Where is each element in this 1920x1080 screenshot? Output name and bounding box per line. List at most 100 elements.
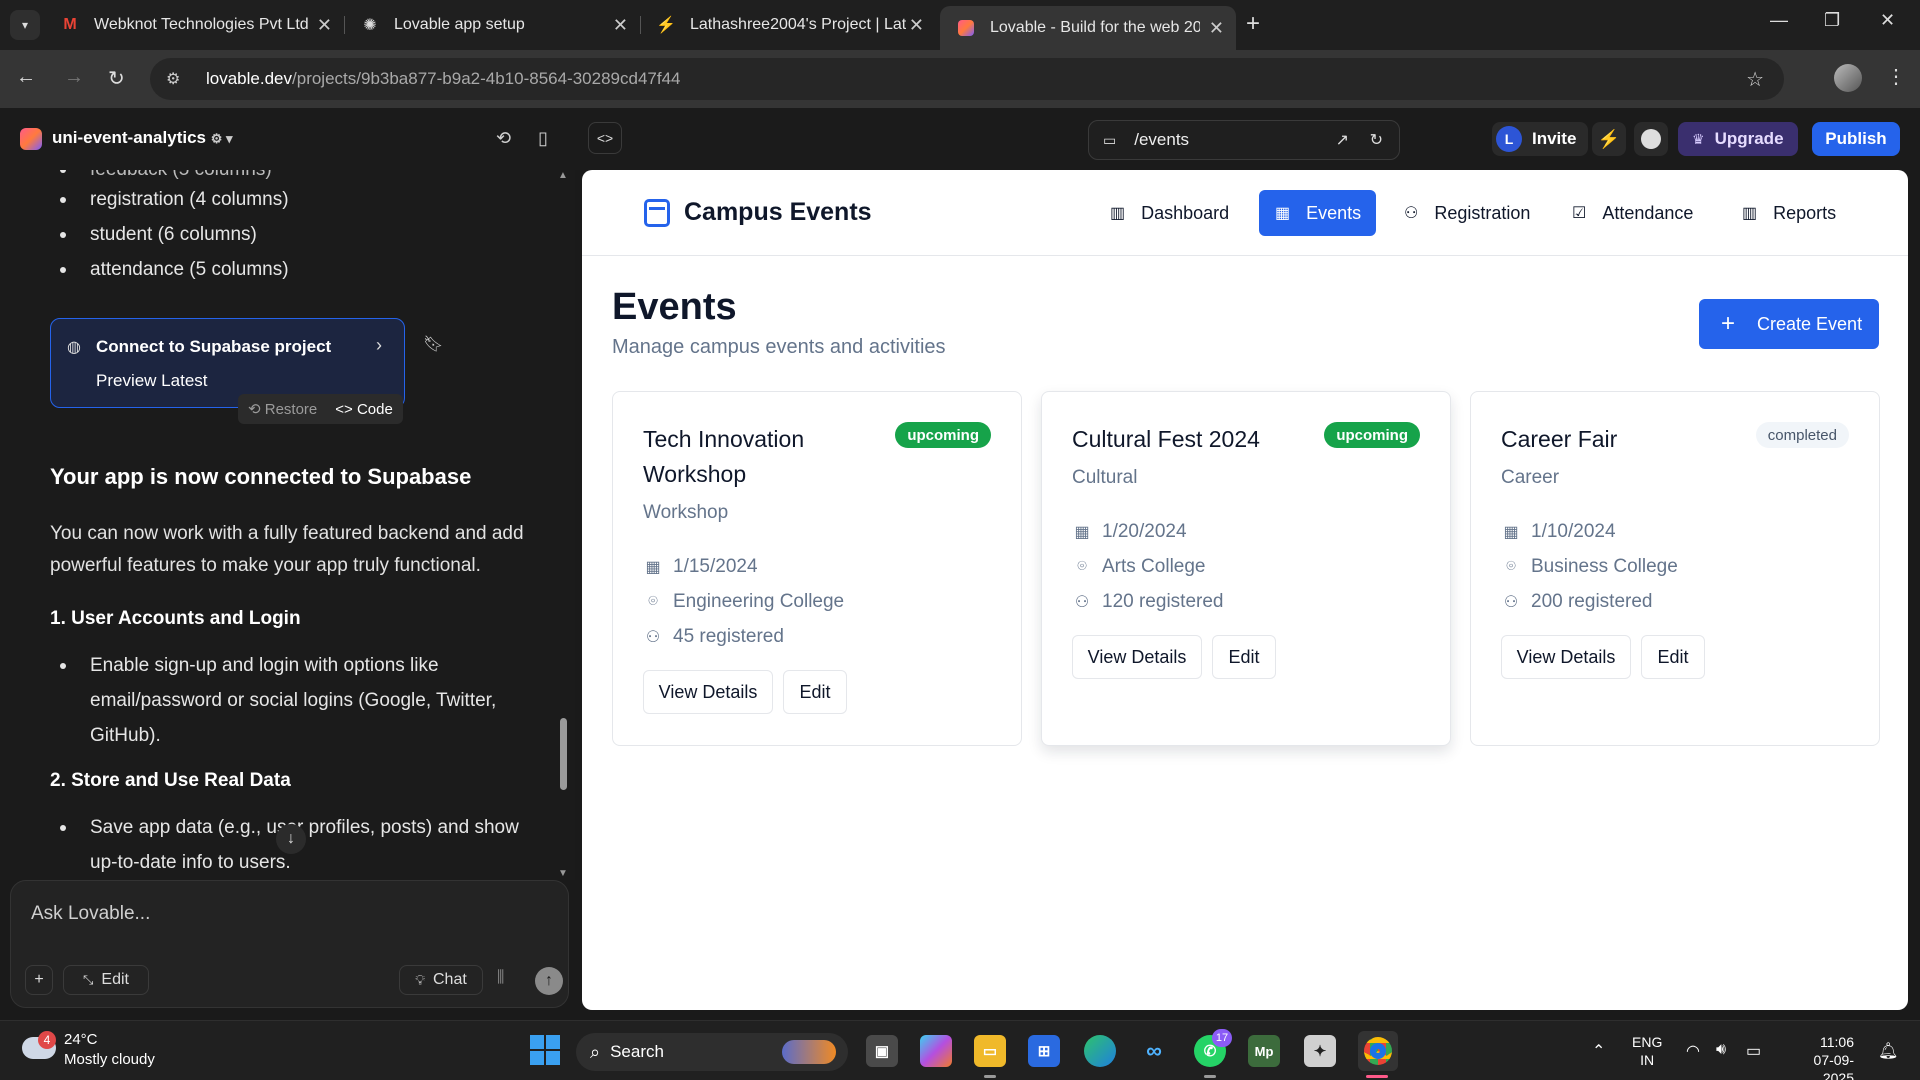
scroll-down-icon[interactable]: ▼ bbox=[558, 868, 568, 879]
calendar-icon bbox=[644, 198, 670, 227]
store-icon[interactable]: ⊞ bbox=[1028, 1035, 1060, 1067]
site-info-icon[interactable]: ⚙ bbox=[166, 69, 188, 89]
reload-icon[interactable]: ↻ bbox=[108, 66, 125, 91]
brand[interactable]: Campus Events bbox=[644, 198, 872, 227]
close-tab-icon[interactable]: ✕ bbox=[909, 15, 924, 36]
clock[interactable]: 11:06 07-09-2025 bbox=[1786, 1033, 1854, 1080]
invite-button[interactable]: L Invite bbox=[1492, 122, 1589, 156]
address-bar[interactable]: ⚙ lovable.dev/projects/9b3ba877-b9a2-4b1… bbox=[150, 58, 1784, 100]
supabase-icon[interactable]: ⚡ bbox=[1592, 122, 1626, 156]
taskbar-search[interactable]: ⌕ Search bbox=[576, 1033, 848, 1071]
send-button[interactable]: ↑ bbox=[535, 967, 563, 995]
start-button[interactable] bbox=[530, 1035, 560, 1065]
browser-menu-icon[interactable]: ⋮ bbox=[1886, 64, 1906, 89]
refresh-preview-icon[interactable]: ↻ bbox=[1370, 130, 1383, 150]
event-category: Workshop bbox=[643, 502, 729, 523]
edit-button[interactable]: Edit bbox=[783, 670, 847, 714]
scroll-up-icon[interactable]: ▲ bbox=[558, 170, 568, 181]
scroll-to-bottom-button[interactable]: ↓ bbox=[276, 824, 306, 854]
close-window-icon[interactable]: ✕ bbox=[1880, 10, 1895, 31]
notification-badge: 17 bbox=[1212, 1029, 1232, 1047]
upgrade-button[interactable]: ♛ Upgrade bbox=[1678, 122, 1798, 156]
map-pin-icon: ⌾ bbox=[1077, 558, 1087, 575]
tab-gmail[interactable]: M Webknot Technologies Pvt Ltd Ma ✕ bbox=[44, 8, 344, 42]
crown-icon: ♛ bbox=[1692, 130, 1705, 147]
code-view-icon[interactable]: <> bbox=[588, 122, 622, 154]
search-icon: ⌕ bbox=[590, 1041, 601, 1062]
edit-mode-button[interactable]: ⤡ Edit bbox=[63, 965, 149, 995]
list-item: registration (4 columns) bbox=[60, 182, 289, 217]
publish-button[interactable]: Publish bbox=[1812, 122, 1900, 156]
minimize-icon[interactable]: — bbox=[1770, 10, 1788, 31]
view-details-button[interactable]: View Details bbox=[643, 670, 773, 714]
bookmark-star-icon[interactable]: ☆ bbox=[1746, 67, 1764, 92]
open-external-icon[interactable]: ↗ bbox=[1336, 130, 1349, 150]
view-details-button[interactable]: View Details bbox=[1072, 635, 1202, 679]
restore-button[interactable]: ⟲ Restore bbox=[248, 400, 317, 418]
page-subtitle: Manage campus events and activities bbox=[612, 336, 946, 358]
edit-button[interactable]: Edit bbox=[1641, 635, 1705, 679]
profile-avatar[interactable] bbox=[1834, 64, 1862, 92]
event-date: ▦ 1/15/2024 bbox=[643, 556, 757, 578]
event-category: Career bbox=[1501, 467, 1560, 488]
bookmark-icon[interactable]: 🔖︎ bbox=[423, 334, 443, 354]
sidebar-toggle-icon[interactable]: ▯ bbox=[538, 128, 548, 149]
new-tab-button[interactable]: + bbox=[1246, 10, 1260, 38]
back-icon[interactable]: ← bbox=[16, 66, 36, 89]
event-registered: ⚇ 120 registered bbox=[1072, 591, 1224, 613]
tab-search-dropdown[interactable]: ▾ bbox=[10, 10, 40, 40]
section-title: 1. User Accounts and Login bbox=[50, 608, 301, 629]
close-tab-icon[interactable]: ✕ bbox=[613, 15, 628, 36]
nav-reports[interactable]: ▥ Reports bbox=[1726, 190, 1852, 236]
calendar-icon: ▦ bbox=[1503, 524, 1519, 541]
message-heading: Your app is now connected to Supabase bbox=[50, 464, 472, 489]
show-hidden-icons[interactable]: ⌃ bbox=[1592, 1041, 1605, 1061]
project-name-menu[interactable]: uni-event-analytics ⚙ ▾ bbox=[52, 128, 233, 148]
route-bar[interactable]: ▭ /events ↗ ↻ bbox=[1088, 120, 1400, 160]
event-registered: ⚇ 45 registered bbox=[643, 626, 784, 648]
history-icon[interactable]: ⟲ bbox=[496, 128, 511, 149]
chrome-icon[interactable] bbox=[1358, 1031, 1398, 1071]
app-icon[interactable]: ✦ bbox=[1304, 1035, 1336, 1067]
forward-icon[interactable]: → bbox=[64, 66, 84, 89]
volume-icon[interactable]: 🔊︎ bbox=[1716, 1041, 1726, 1059]
language-indicator[interactable]: ENG IN bbox=[1632, 1033, 1662, 1069]
edit-button[interactable]: Edit bbox=[1212, 635, 1276, 679]
status-badge: upcoming bbox=[1324, 422, 1420, 448]
tab-lovable-setup[interactable]: ✺ Lovable app setup ✕ bbox=[344, 8, 640, 42]
nav-attendance[interactable]: ☑ Attendance bbox=[1556, 190, 1709, 236]
nav-dashboard[interactable]: ▥ Dashboard bbox=[1094, 190, 1245, 236]
create-event-button[interactable]: + Create Event bbox=[1699, 299, 1879, 349]
restore-window-icon[interactable]: ❐ bbox=[1824, 10, 1840, 31]
event-venue: ⌾ Engineering College bbox=[643, 591, 844, 613]
scrollbar-thumb[interactable] bbox=[560, 718, 567, 790]
users-icon: ⚇ bbox=[1074, 594, 1090, 611]
supabase-icon: ⚡ bbox=[656, 17, 676, 34]
copilot-icon[interactable] bbox=[920, 1035, 952, 1067]
battery-icon[interactable]: ▭ bbox=[1746, 1041, 1761, 1061]
github-icon[interactable] bbox=[1634, 122, 1668, 156]
mp-app-icon[interactable]: Mp bbox=[1248, 1035, 1280, 1067]
add-attachment-button[interactable]: + bbox=[25, 965, 53, 995]
notification-bell-icon[interactable]: 🔔︎ bbox=[1878, 1041, 1898, 1061]
meta-icon[interactable]: ∞ bbox=[1138, 1035, 1170, 1067]
task-view-icon[interactable]: ▣ bbox=[866, 1035, 898, 1067]
lovable-logo[interactable] bbox=[20, 128, 42, 150]
chat-input[interactable]: Ask Lovable... + ⤡ Edit 💡︎ Chat ⫼ ↑ bbox=[10, 880, 569, 1008]
voice-icon[interactable]: ⫼ bbox=[497, 969, 504, 987]
edge-icon[interactable] bbox=[1084, 1035, 1116, 1067]
chat-mode-button[interactable]: 💡︎ Chat bbox=[399, 965, 483, 995]
close-tab-icon[interactable]: ✕ bbox=[317, 15, 332, 36]
nav-registration[interactable]: ⚇ Registration bbox=[1388, 190, 1546, 236]
view-details-button[interactable]: View Details bbox=[1501, 635, 1631, 679]
close-tab-icon[interactable]: ✕ bbox=[1209, 18, 1224, 39]
wifi-icon[interactable]: ◠ bbox=[1686, 1041, 1700, 1061]
tab-supabase-project[interactable]: ⚡ Lathashree2004's Project | Lath ✕ bbox=[640, 8, 936, 42]
code-button[interactable]: <> Code bbox=[335, 401, 393, 418]
event-card: Cultural Fest 2024 upcoming Cultural ▦ 1/… bbox=[1041, 391, 1451, 746]
tab-lovable-active[interactable]: Lovable - Build for the web 20x ✕ bbox=[940, 6, 1236, 50]
map-pin-icon: ⌾ bbox=[1506, 558, 1516, 575]
nav-events[interactable]: ▦ Events bbox=[1259, 190, 1376, 236]
file-explorer-icon[interactable]: ▭ bbox=[974, 1035, 1006, 1067]
event-card: Career Fair completed Career ▦ 1/10/2024 … bbox=[1470, 391, 1880, 746]
